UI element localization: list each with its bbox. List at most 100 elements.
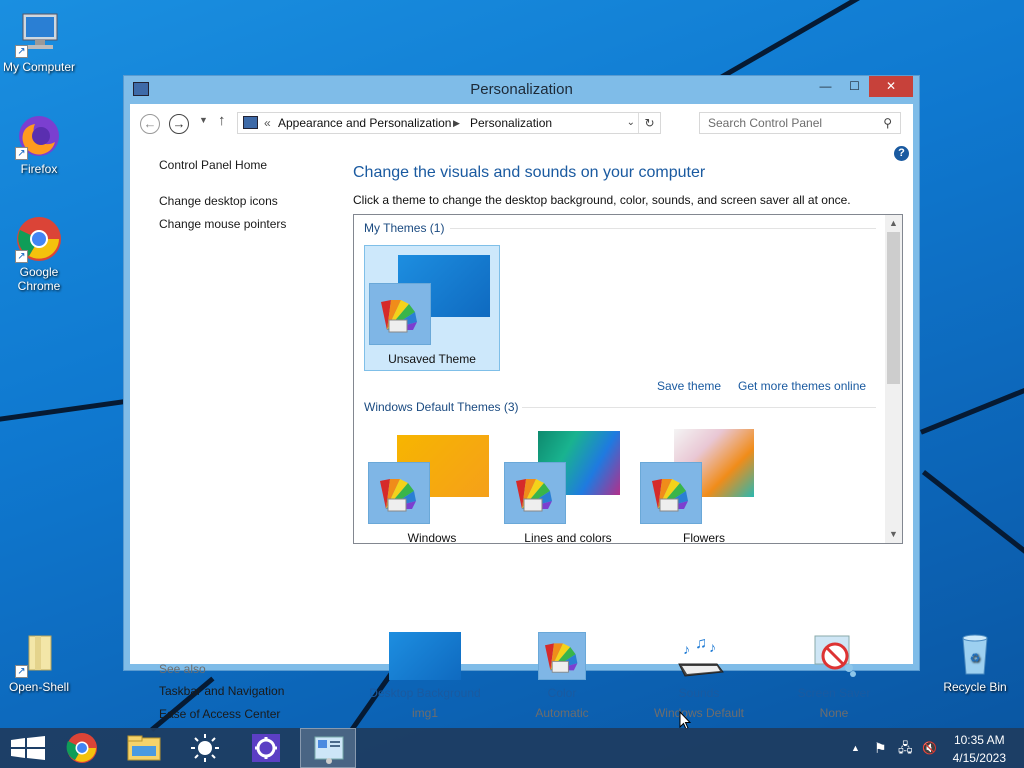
show-hidden-icons-icon[interactable]: ▲ (851, 728, 860, 768)
gear-icon (252, 734, 280, 762)
clock-date: 4/15/2023 (952, 751, 1006, 765)
color-link[interactable]: Color (492, 686, 632, 700)
wallpaper-line (710, 0, 860, 85)
taskbar-and-navigation-link[interactable]: Taskbar and Navigation (159, 684, 284, 698)
wallpaper-line (920, 377, 1024, 435)
divider (450, 228, 876, 229)
address-dropdown-icon[interactable]: ⌄ (627, 113, 635, 133)
svg-text:♻: ♻ (970, 651, 981, 665)
chrome-icon: ↗ (15, 215, 63, 263)
refresh-icon[interactable]: ↻ (638, 113, 660, 133)
action-center-flag-icon[interactable]: ⚑ (874, 728, 887, 768)
taskbar-brightness-button[interactable] (177, 728, 233, 768)
color-value: Automatic (535, 706, 589, 720)
forward-arrow-icon[interactable]: → (169, 114, 189, 134)
desktop-icon-google-chrome[interactable]: ↗ Google Chrome (0, 215, 79, 293)
theme-windows[interactable]: Windows (364, 423, 500, 544)
theme-label: Flowers (682, 531, 725, 544)
network-icon[interactable]: 🖧 (898, 728, 913, 768)
taskbar-chrome-button[interactable] (54, 728, 110, 768)
save-theme-link[interactable]: Save theme (657, 379, 721, 393)
personalization-window: Personalization — ☐ ✕ ← → ▼ ↑ « Appearan… (123, 75, 920, 730)
desktop-icon-firefox[interactable]: ↗ Firefox (0, 112, 79, 176)
svg-text:♪: ♪ (709, 639, 716, 655)
address-box[interactable]: « Appearance and Personalization ▶ Perso… (237, 112, 661, 134)
scroll-up-icon[interactable]: ▲ (885, 215, 902, 232)
theme-lines-and-colors[interactable]: Lines and colors (500, 423, 636, 544)
address-overflow[interactable]: « (264, 113, 271, 133)
see-also-label: See also (159, 662, 206, 676)
close-button[interactable]: ✕ (869, 76, 913, 97)
theme-label: Unsaved Theme (388, 352, 476, 366)
taskbar-file-explorer-button[interactable] (116, 728, 172, 768)
wallpaper-line (0, 398, 130, 423)
screen-saver-setting[interactable]: Screen Saver None (764, 632, 904, 720)
chrome-icon (66, 733, 97, 763)
taskbar-settings-button[interactable] (238, 728, 294, 768)
desktop-icon-open-shell[interactable]: ↗ Open-Shell (0, 630, 79, 694)
navigation-bar: ← → ▼ ↑ « Appearance and Personalization… (130, 104, 913, 142)
desktop-background-setting[interactable]: Desktop Background img1 (355, 632, 495, 720)
breadcrumb-personalization[interactable]: Personalization (470, 113, 552, 133)
sun-icon (191, 734, 219, 762)
default-themes-header: Windows Default Themes (3) (364, 400, 519, 414)
search-input[interactable]: Search Control Panel ⚲ (699, 112, 901, 134)
breadcrumb-appearance-and-personalization[interactable]: Appearance and Personalization (278, 113, 451, 133)
help-icon[interactable]: ? (894, 146, 909, 161)
theme-list-scrollbar[interactable]: ▲ ▼ (885, 215, 902, 543)
theme-list: My Themes (1) Unsaved Theme Save theme G… (353, 214, 903, 544)
shortcut-arrow-icon: ↗ (15, 45, 28, 58)
sounds-link[interactable]: Sounds (629, 686, 769, 700)
minimize-icon[interactable]: — (811, 76, 840, 97)
color-setting[interactable]: Color Automatic (492, 632, 632, 720)
desktop-icon-label: My Computer (2, 60, 76, 74)
volume-muted-icon[interactable]: 🔇 (922, 728, 937, 768)
screen-saver-icon (809, 632, 859, 680)
theme-unsaved[interactable]: Unsaved Theme (364, 245, 500, 371)
color-swatch-icon (538, 632, 586, 680)
title-bar[interactable]: Personalization — ☐ ✕ (124, 76, 919, 104)
windows-logo-icon (11, 736, 45, 760)
theme-label: Lines and colors (524, 531, 612, 544)
back-arrow-icon[interactable]: ← (140, 114, 160, 134)
taskbar-control-panel-button[interactable] (300, 728, 356, 768)
desktop-background-value: img1 (411, 706, 438, 720)
maximize-icon[interactable]: ☐ (840, 76, 869, 97)
divider (522, 407, 876, 408)
page-title: Change the visuals and sounds on your co… (353, 164, 706, 181)
firefox-icon: ↗ (15, 112, 63, 160)
shortcut-arrow-icon: ↗ (15, 665, 28, 678)
content-area: ? Control Panel Home Change desktop icon… (130, 142, 913, 730)
start-button[interactable] (0, 728, 56, 768)
shortcut-arrow-icon: ↗ (15, 147, 28, 160)
desktop-icon-recycle-bin[interactable]: ♻ Recycle Bin (935, 630, 1015, 694)
recent-locations-chevron-icon[interactable]: ▼ (199, 115, 208, 125)
breadcrumb-separator-icon: ▶ (453, 118, 460, 128)
theme-label: Windows (407, 531, 457, 544)
scroll-down-icon[interactable]: ▼ (885, 526, 902, 543)
color-swatch-icon (369, 283, 431, 345)
folder-icon: ↗ (15, 630, 63, 678)
change-mouse-pointers-link[interactable]: Change mouse pointers (159, 217, 286, 231)
file-explorer-icon (127, 735, 161, 761)
screen-saver-link[interactable]: Screen Saver (764, 686, 904, 700)
clock[interactable]: 10:35 AM 4/15/2023 (953, 733, 1006, 766)
desktop-icon-label: Google Chrome (17, 265, 61, 293)
scroll-thumb[interactable] (887, 232, 900, 384)
ease-of-access-center-link[interactable]: Ease of Access Center (159, 707, 280, 721)
theme-flowers[interactable]: Flowers (636, 423, 772, 544)
change-desktop-icons-link[interactable]: Change desktop icons (159, 194, 278, 208)
desktop-icon-label: Open-Shell (8, 680, 70, 694)
screen-saver-value: None (819, 706, 849, 720)
wallpaper-line (921, 470, 1024, 554)
desktop-background-link[interactable]: Desktop Background (355, 686, 495, 700)
up-arrow-icon[interactable]: ↑ (218, 112, 226, 129)
desktop-icon-my-computer[interactable]: ↗ My Computer (0, 10, 79, 74)
svg-text:♪: ♪ (683, 641, 690, 657)
color-swatch-icon (640, 462, 702, 524)
desktop-icon-label: Recycle Bin (943, 680, 1007, 694)
sounds-setting[interactable]: ♪ ♫ ♪ Sounds Windows Default (629, 632, 769, 720)
sounds-icon: ♪ ♫ ♪ (673, 632, 725, 680)
control-panel-home-link[interactable]: Control Panel Home (159, 158, 267, 172)
get-more-themes-link[interactable]: Get more themes online (738, 379, 866, 393)
